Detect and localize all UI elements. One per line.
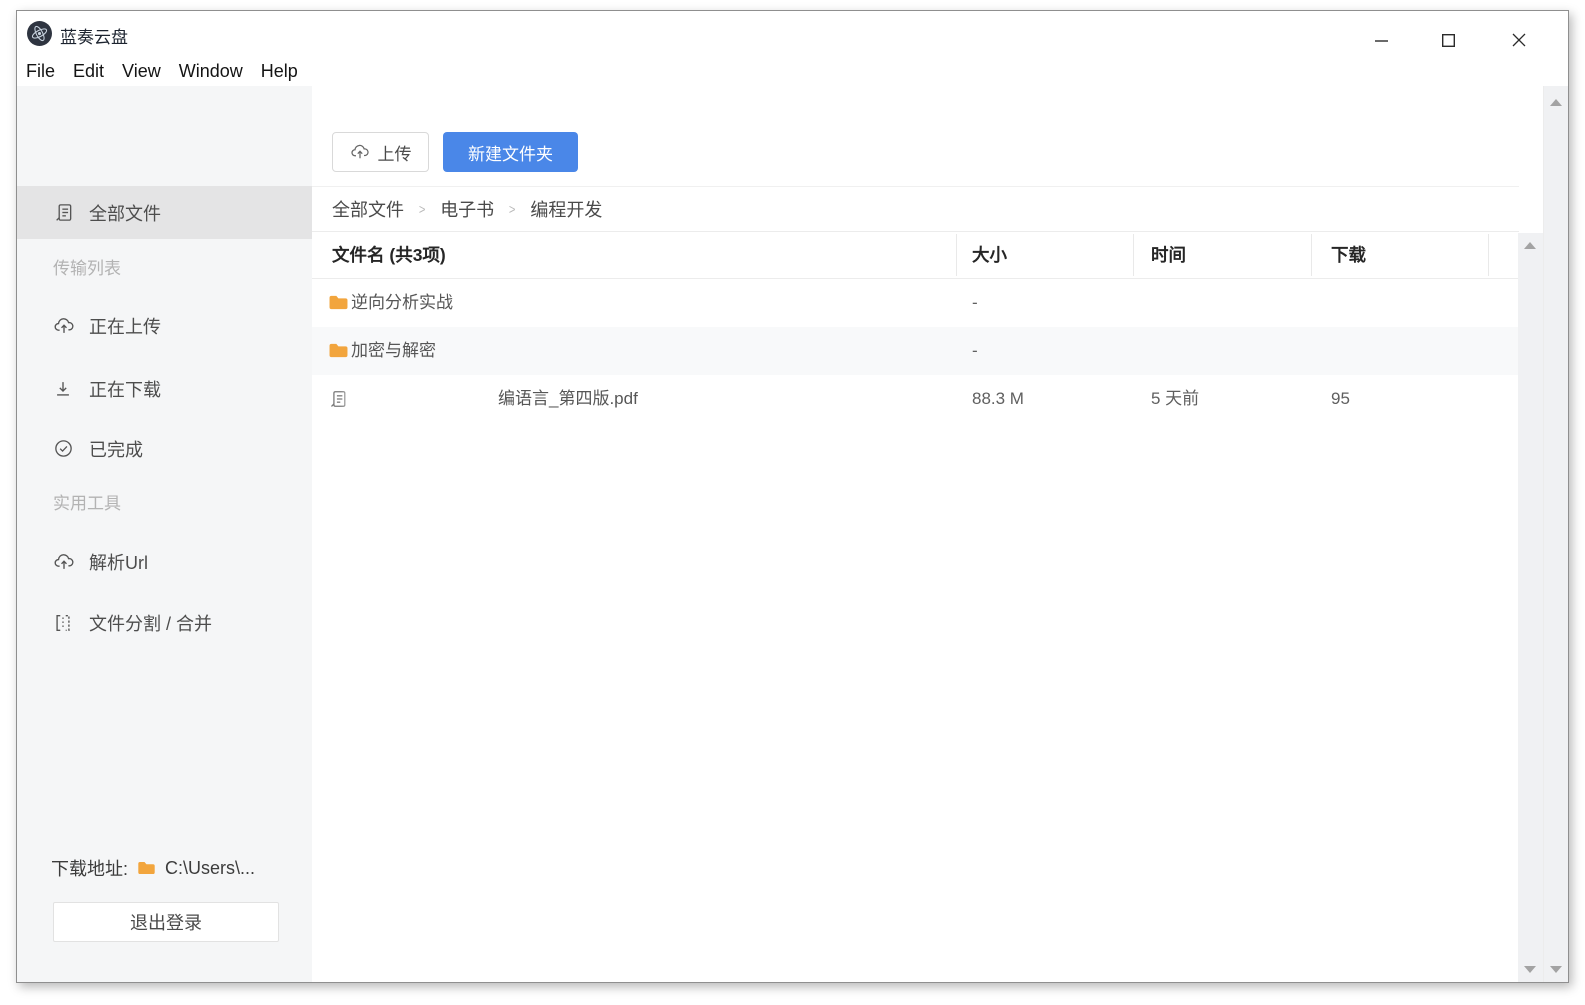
logout-button[interactable]: 退出登录: [53, 902, 279, 942]
column-header-size: 大小: [972, 232, 1007, 279]
folder-icon: [328, 342, 349, 360]
download-path-value[interactable]: C:\Users\...: [165, 858, 255, 879]
sidebar-item-all-files[interactable]: 全部文件: [17, 186, 312, 239]
cloud-upload-icon: [53, 551, 75, 573]
table-header: 文件名 (共3项) 大小 时间 下载: [312, 232, 1519, 279]
sidebar-item-label: 正在上传: [89, 313, 161, 339]
cloud-upload-icon: [53, 315, 75, 337]
column-header-downloads: 下载: [1331, 232, 1366, 279]
file-time: 5 天前: [1151, 375, 1199, 423]
app-window: 蓝奏云盘 File Edit View Window Help: [16, 10, 1569, 983]
table-scrollbar[interactable]: [1518, 233, 1543, 982]
new-folder-button[interactable]: 新建文件夹: [443, 132, 578, 172]
scroll-down-icon[interactable]: [1524, 966, 1536, 973]
main-panel: 上传 新建文件夹 全部文件 > 电子书 > 编程开发 文件名 (共3项) 大小 …: [312, 86, 1543, 982]
column-header-time: 时间: [1151, 232, 1186, 279]
split-merge-icon: [53, 612, 75, 634]
sidebar-item-parse-url[interactable]: 解析Url: [17, 535, 312, 588]
menu-file[interactable]: File: [17, 57, 64, 85]
title-bar: 蓝奏云盘: [17, 11, 1568, 56]
file-document-icon: [328, 389, 349, 407]
close-icon: [1511, 32, 1527, 48]
sidebar-item-label: 全部文件: [89, 200, 161, 226]
file-name[interactable]: 逆向分析实战: [351, 279, 453, 327]
column-divider: [1311, 234, 1312, 276]
documents-icon: [53, 202, 75, 224]
file-downloads: 95: [1331, 375, 1350, 423]
table-row[interactable]: 逆向分析实战 -: [312, 279, 1519, 327]
close-button[interactable]: [1503, 26, 1535, 54]
sidebar-item-downloading[interactable]: 正在下载: [17, 362, 312, 415]
maximize-button[interactable]: [1432, 26, 1464, 54]
sidebar-item-uploading[interactable]: 正在上传: [17, 299, 312, 352]
download-icon: [53, 378, 75, 400]
column-header-name: 文件名 (共3项): [332, 232, 446, 279]
chevron-right-icon: >: [509, 201, 516, 217]
menu-view[interactable]: View: [113, 57, 170, 85]
scroll-up-icon[interactable]: [1550, 99, 1562, 106]
menu-help[interactable]: Help: [252, 57, 307, 85]
sidebar-item-label: 已完成: [89, 436, 143, 462]
window-scrollbar[interactable]: [1543, 86, 1568, 982]
upload-button-label: 上传: [378, 140, 412, 165]
sidebar-item-label: 正在下载: [89, 376, 161, 402]
redacted-area: [352, 384, 498, 414]
folder-icon: [328, 294, 349, 312]
cloud-upload-icon: [350, 142, 370, 162]
file-size: -: [972, 327, 978, 375]
file-name[interactable]: 加密与解密: [351, 327, 436, 375]
sidebar-item-completed[interactable]: 已完成: [17, 422, 312, 475]
breadcrumb-item-ebooks[interactable]: 电子书: [440, 196, 494, 222]
sidebar-item-label: 解析Url: [89, 549, 148, 575]
download-path-label: 下载地址:: [51, 855, 128, 881]
menu-edit[interactable]: Edit: [64, 57, 113, 85]
scroll-up-icon[interactable]: [1524, 242, 1536, 249]
breadcrumb: 全部文件 > 电子书 > 编程开发: [312, 186, 1519, 232]
sidebar-item-split-merge[interactable]: 文件分割 / 合并: [17, 596, 312, 649]
table-row[interactable]: 加密与解密 -: [312, 327, 1519, 375]
download-path-row: 下载地址: C:\Users\...: [51, 855, 255, 881]
sidebar-section-transfer: 传输列表: [53, 258, 121, 280]
menu-bar: File Edit View Window Help: [17, 56, 1568, 86]
column-divider: [1133, 234, 1134, 276]
check-circle-icon: [53, 438, 75, 460]
minimize-icon: [1374, 33, 1389, 48]
sidebar: 全部文件 传输列表 正在上传 正在下载: [17, 86, 312, 982]
maximize-icon: [1441, 33, 1456, 48]
breadcrumb-item-current[interactable]: 编程开发: [530, 196, 602, 222]
sidebar-section-tools: 实用工具: [53, 493, 121, 515]
column-divider: [956, 234, 957, 276]
window-title: 蓝奏云盘: [60, 23, 128, 48]
upload-button[interactable]: 上传: [332, 132, 429, 172]
folder-icon: [137, 860, 156, 876]
file-name[interactable]: 编语言_第四版.pdf: [498, 375, 638, 423]
sidebar-item-label: 文件分割 / 合并: [89, 610, 212, 636]
column-divider: [1488, 234, 1489, 276]
table-row[interactable]: 编语言_第四版.pdf 88.3 M 5 天前 95: [312, 375, 1519, 423]
scroll-down-icon[interactable]: [1550, 966, 1562, 973]
minimize-button[interactable]: [1365, 26, 1397, 54]
breadcrumb-item-root[interactable]: 全部文件: [332, 196, 404, 222]
app-logo-icon: [27, 21, 52, 46]
file-size: 88.3 M: [972, 375, 1024, 423]
menu-window[interactable]: Window: [170, 57, 252, 85]
file-size: -: [972, 279, 978, 327]
chevron-right-icon: >: [419, 201, 426, 217]
